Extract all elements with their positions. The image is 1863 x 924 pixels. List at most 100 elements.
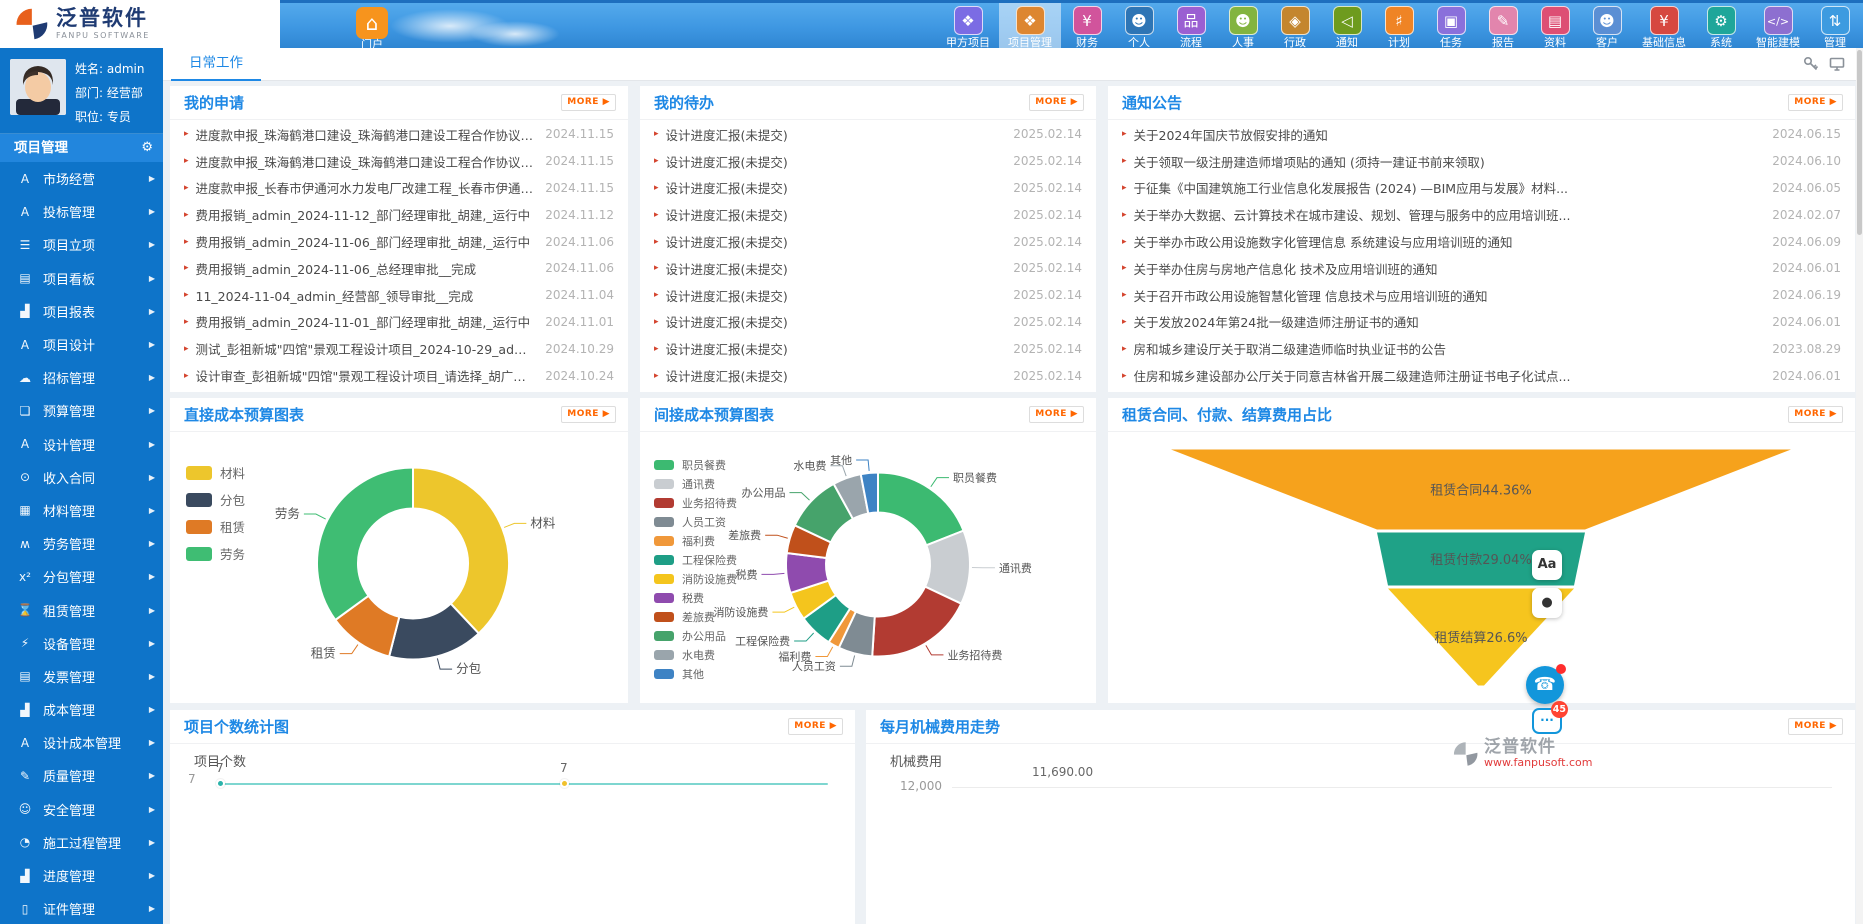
list-item[interactable]: ▸住房和城乡建设部办公厅关于同意吉林省开展二级建造师注册证书电子化试点...20… bbox=[1108, 362, 1855, 389]
sidebar-item-收入合同[interactable]: ⊙收入合同▶ bbox=[0, 461, 163, 494]
list-item[interactable]: ▸进度款申报_珠海鹤港口建设_珠海鹤港口建设工程合作协议书_admin_...2… bbox=[170, 121, 628, 148]
sidebar-item-成本管理[interactable]: ▟成本管理▶ bbox=[0, 693, 163, 726]
nav-item-资料[interactable]: ▤资料 bbox=[1529, 3, 1581, 51]
donut-slice-劳务[interactable] bbox=[317, 468, 413, 620]
list-item[interactable]: ▸费用报销_admin_2024-11-01_部门经理审批_胡建,_运行中202… bbox=[170, 309, 628, 336]
sidebar-item-发票管理[interactable]: ▤发票管理▶ bbox=[0, 660, 163, 693]
sidebar-item-施工过程管理[interactable]: ◔施工过程管理▶ bbox=[0, 826, 163, 859]
list-item[interactable]: ▸设计进度汇报(未提交)2025.02.14 bbox=[640, 228, 1096, 255]
nav-item-任务[interactable]: ▣任务 bbox=[1425, 3, 1477, 51]
sidebar-item-设备管理[interactable]: ⚡设备管理▶ bbox=[0, 627, 163, 660]
legend-item[interactable]: 消防设施费 bbox=[654, 569, 737, 588]
record-button[interactable]: ● bbox=[1532, 588, 1562, 618]
nav-item-流程[interactable]: 品流程 bbox=[1165, 3, 1217, 51]
list-item[interactable]: ▸设计进度汇报(未提交)2025.02.14 bbox=[640, 282, 1096, 309]
sidebar-item-劳务管理[interactable]: ʍ劳务管理▶ bbox=[0, 527, 163, 560]
sidebar-item-招标管理[interactable]: ☁招标管理▶ bbox=[0, 361, 163, 394]
sidebar-item-安全管理[interactable]: ☺安全管理▶ bbox=[0, 793, 163, 826]
legend-item[interactable]: 分包 bbox=[186, 486, 245, 513]
list-item[interactable]: ▸设计进度汇报(未提交)2025.02.14 bbox=[640, 255, 1096, 282]
list-item[interactable]: ▸房和城乡建设厅关于取消二级建造师临时执业证书的公告2023.08.29 bbox=[1108, 335, 1855, 362]
nav-item-人事[interactable]: ☻人事 bbox=[1217, 3, 1269, 51]
more-button[interactable]: MORE ▶ bbox=[1788, 718, 1843, 735]
more-button[interactable]: MORE ▶ bbox=[561, 94, 616, 111]
nav-item-项目管理[interactable]: ❖项目管理 bbox=[999, 3, 1061, 51]
nav-item-甲方项目[interactable]: ❖甲方项目 bbox=[937, 3, 999, 51]
nav-item-计划[interactable]: ♯计划 bbox=[1373, 3, 1425, 51]
legend-item[interactable]: 职员餐费 bbox=[654, 455, 737, 474]
legend-item[interactable]: 工程保险费 bbox=[654, 550, 737, 569]
chat-button[interactable]: ··· 45 bbox=[1532, 708, 1562, 734]
legend-item[interactable]: 人员工资 bbox=[654, 512, 737, 531]
nav-item-基础信息[interactable]: ¥基础信息 bbox=[1633, 3, 1695, 51]
sidebar-item-项目报表[interactable]: ▟项目报表▶ bbox=[0, 295, 163, 328]
more-button[interactable]: MORE ▶ bbox=[1788, 94, 1843, 111]
sidebar-item-租赁管理[interactable]: ⌛租赁管理▶ bbox=[0, 593, 163, 626]
list-item[interactable]: ▸进度款申报_珠海鹤港口建设_珠海鹤港口建设工程合作协议书_admin_...2… bbox=[170, 148, 628, 175]
more-button[interactable]: MORE ▶ bbox=[1788, 406, 1843, 423]
list-item[interactable]: ▸设计进度汇报(未提交)2025.02.14 bbox=[640, 148, 1096, 175]
legend-item[interactable]: 材料 bbox=[186, 459, 245, 486]
project-count-line-chart[interactable]: 项目个数 7 7 7 bbox=[170, 745, 855, 924]
sidebar-item-质量管理[interactable]: ✎质量管理▶ bbox=[0, 759, 163, 792]
sidebar-section-header[interactable]: 项目管理 ⚙ bbox=[0, 134, 163, 162]
legend-item[interactable]: 业务招待费 bbox=[654, 493, 737, 512]
list-item[interactable]: ▸关于2024年国庆节放假安排的通知2024.06.15 bbox=[1108, 121, 1855, 148]
list-item[interactable]: ▸费用报销_admin_2024-11-06_部门经理审批_胡建,_运行中202… bbox=[170, 228, 628, 255]
machine-cost-line-chart[interactable]: 机械费用 11,690.00 12,000 bbox=[866, 745, 1855, 924]
nav-item-行政[interactable]: ◈行政 bbox=[1269, 3, 1321, 51]
list-item[interactable]: ▸测试_彭祖新城"四馆"景观工程设计项目_2024-10-29_admin_结束… bbox=[170, 335, 628, 362]
tab-daily-work[interactable]: 日常工作 bbox=[171, 48, 261, 81]
legend-item[interactable]: 办公用品 bbox=[654, 626, 737, 645]
list-item[interactable]: ▸关于发放2024年第24批一级建造师注册证书的通知2024.06.01 bbox=[1108, 309, 1855, 336]
list-item[interactable]: ▸11_2024-11-04_admin_经营部_领导审批__完成2024.11… bbox=[170, 282, 628, 309]
more-button[interactable]: MORE ▶ bbox=[1029, 94, 1084, 111]
sidebar-item-投标管理[interactable]: A投标管理▶ bbox=[0, 195, 163, 228]
sidebar-item-设计管理[interactable]: A设计管理▶ bbox=[0, 428, 163, 461]
list-item[interactable]: ▸关于领取一级注册建造师增项贴的通知 (须持一建证书前来领取)2024.06.1… bbox=[1108, 148, 1855, 175]
list-item[interactable]: ▸关于举办住房与房地产信息化 技术及应用培训班的通知2024.06.01 bbox=[1108, 255, 1855, 282]
gear-icon[interactable]: ⚙ bbox=[141, 134, 153, 162]
nav-item-portal[interactable]: ⌂ 门户 bbox=[350, 6, 394, 51]
nav-item-客户[interactable]: ☻客户 bbox=[1581, 3, 1633, 51]
rental-funnel-chart[interactable]: 租赁合同44.36%租赁付款29.04%租赁结算26.6% bbox=[1108, 433, 1855, 703]
list-item[interactable]: ▸进度款申报_长春市伊通河水力发电厂改建工程_长春市伊通河水力发电...2024… bbox=[170, 175, 628, 202]
more-button[interactable]: MORE ▶ bbox=[788, 718, 843, 735]
text-size-button[interactable]: Aa bbox=[1532, 550, 1562, 580]
nav-item-系统[interactable]: ⚙系统 bbox=[1695, 3, 1747, 51]
nav-item-通知[interactable]: ◁通知 bbox=[1321, 3, 1373, 51]
sidebar-item-预算管理[interactable]: ❏预算管理▶ bbox=[0, 394, 163, 427]
legend-item[interactable]: 福利费 bbox=[654, 531, 737, 550]
list-item[interactable]: ▸关于召开市政公用设施智慧化管理 信息技术与应用培训班的通知2024.06.19 bbox=[1108, 282, 1855, 309]
nav-item-管理[interactable]: ⇅管理 bbox=[1809, 3, 1861, 51]
nav-item-报告[interactable]: ✎报告 bbox=[1477, 3, 1529, 51]
sidebar-item-材料管理[interactable]: ▦材料管理▶ bbox=[0, 494, 163, 527]
list-item[interactable]: ▸设计进度汇报(未提交)2025.02.14 bbox=[640, 309, 1096, 336]
legend-item[interactable]: 劳务 bbox=[186, 540, 245, 567]
legend-item[interactable]: 通讯费 bbox=[654, 474, 737, 493]
sidebar-item-市场经营[interactable]: A市场经营▶ bbox=[0, 162, 163, 195]
nav-item-财务[interactable]: ¥财务 bbox=[1061, 3, 1113, 51]
sidebar-item-项目设计[interactable]: A项目设计▶ bbox=[0, 328, 163, 361]
monitor-icon[interactable] bbox=[1829, 56, 1845, 72]
key-icon[interactable] bbox=[1803, 56, 1819, 72]
list-item[interactable]: ▸费用报销_admin_2024-11-12_部门经理审批_胡建,_运行中202… bbox=[170, 201, 628, 228]
list-item[interactable]: ▸费用报销_admin_2024-11-06_总经理审批__完成2024.11.… bbox=[170, 255, 628, 282]
legend-item[interactable]: 其他 bbox=[654, 664, 737, 683]
sidebar-item-项目立项[interactable]: ☰项目立项▶ bbox=[0, 228, 163, 261]
list-item[interactable]: ▸设计进度汇报(未提交)2025.02.14 bbox=[640, 121, 1096, 148]
nav-item-个人[interactable]: ☻个人 bbox=[1113, 3, 1165, 51]
scrollbar[interactable] bbox=[1856, 48, 1863, 924]
data-point[interactable] bbox=[216, 779, 225, 788]
avatar[interactable] bbox=[10, 59, 66, 115]
legend-item[interactable]: 水电费 bbox=[654, 645, 737, 664]
more-button[interactable]: MORE ▶ bbox=[1029, 406, 1084, 423]
more-button[interactable]: MORE ▶ bbox=[561, 406, 616, 423]
list-item[interactable]: ▸设计进度汇报(未提交)2025.02.14 bbox=[640, 201, 1096, 228]
sidebar-item-分包管理[interactable]: x²分包管理▶ bbox=[0, 560, 163, 593]
sidebar-item-设计成本管理[interactable]: A设计成本管理▶ bbox=[0, 726, 163, 759]
donut-slice-职员餐费[interactable] bbox=[878, 473, 964, 546]
list-item[interactable]: ▸设计进度汇报(未提交)2025.02.14 bbox=[640, 362, 1096, 389]
donut-slice-材料[interactable] bbox=[413, 468, 509, 634]
list-item[interactable]: ▸于征集《中国建筑施工行业信息化发展报告 (2024) —BIM应用与发展》材料… bbox=[1108, 175, 1855, 202]
